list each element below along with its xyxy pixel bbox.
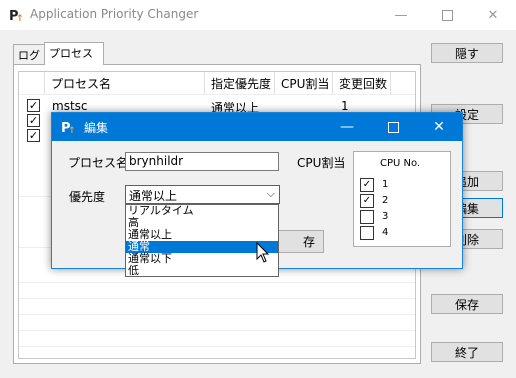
cpu-checkbox[interactable]: ✓ <box>360 194 374 208</box>
close-icon: ✕ <box>487 7 499 23</box>
dialog-app-icon: P ↑ <box>61 121 76 135</box>
dialog-save-button-label: 存 <box>302 235 315 249</box>
dialog-maximize-button[interactable] <box>370 113 416 141</box>
grid-line <box>19 282 415 283</box>
svg-text:↑: ↑ <box>68 126 76 135</box>
priority-label: 優先度 <box>69 190 106 204</box>
cpu-row[interactable]: 3 <box>360 210 440 224</box>
close-icon: ✕ <box>433 119 445 135</box>
process-name-label: プロセス名 <box>68 156 129 170</box>
cpu-list[interactable]: CPU No. ✓ 1 ✓ 2 3 4 <box>353 151 451 247</box>
row-checkbox[interactable]: ✓ <box>27 129 40 142</box>
cpu-row[interactable]: ✓ 2 <box>360 194 440 208</box>
dialog-title-bar: P ↑ 編集 — ✕ <box>52 113 462 141</box>
priority-select-value: 通常以上 <box>129 189 178 203</box>
cpu-number: 3 <box>382 211 389 222</box>
row-checkbox[interactable]: ✓ <box>27 114 40 127</box>
cpu-assign-label: CPU割当 <box>297 156 346 170</box>
row-checkbox[interactable]: ✓ <box>27 99 40 112</box>
cpu-number: 4 <box>382 227 389 238</box>
grid-line <box>19 298 415 299</box>
svg-text:↑: ↑ <box>16 14 24 23</box>
chevron-down-icon: ⌵ <box>266 187 275 200</box>
process-name-input[interactable]: brynhildr <box>125 152 279 171</box>
dialog-close-button[interactable]: ✕ <box>416 113 462 141</box>
close-button[interactable]: ✕ <box>470 0 516 30</box>
app-icon: P ↑ <box>9 8 24 23</box>
column-header-name[interactable]: プロセス名 <box>45 72 205 94</box>
tab-process[interactable]: プロセス <box>44 42 104 65</box>
grid-line <box>19 330 415 331</box>
minimize-button[interactable]: — <box>378 0 424 30</box>
column-header-check[interactable] <box>19 72 45 94</box>
grid-line <box>19 346 415 347</box>
column-header-count[interactable]: 変更回数 <box>333 72 391 94</box>
cpu-number: 1 <box>382 179 389 190</box>
tab-log[interactable]: ログ <box>13 44 45 64</box>
header-divider <box>19 94 415 95</box>
tab-log-label: ログ <box>18 49 40 62</box>
minimize-icon: — <box>340 119 354 135</box>
cpu-checkbox[interactable] <box>360 226 374 240</box>
row-name: mstsc <box>52 99 88 113</box>
row-count: 1 <box>341 99 349 113</box>
cpu-row[interactable]: 4 <box>360 226 440 240</box>
exit-button[interactable]: 終了 <box>431 342 503 362</box>
minimize-icon: — <box>394 7 408 23</box>
maximize-button[interactable] <box>424 0 470 30</box>
table-row[interactable]: ✓ mstsc 通常以上 1 <box>19 99 415 115</box>
cpu-checkbox[interactable] <box>360 210 374 224</box>
dialog-minimize-button[interactable]: — <box>324 113 370 141</box>
cpu-row[interactable]: ✓ 1 <box>360 178 440 192</box>
window-title: Application Priority Changer <box>30 7 199 21</box>
cpu-list-header: CPU No. <box>380 158 421 169</box>
priority-option-low[interactable]: 低 <box>126 265 278 277</box>
maximize-icon <box>441 9 453 21</box>
cpu-number: 2 <box>382 195 389 206</box>
priority-select[interactable]: 通常以上 ⌵ <box>125 185 280 204</box>
maximize-icon <box>387 121 399 133</box>
mouse-cursor-icon <box>256 242 270 263</box>
save-button[interactable]: 保存 <box>431 294 503 314</box>
hide-button[interactable]: 隠す <box>431 43 503 63</box>
grid-line <box>19 314 415 315</box>
priority-dropdown[interactable]: リアルタイム 高 通常以上 通常 通常以下 低 <box>125 204 279 277</box>
cpu-checkbox[interactable]: ✓ <box>360 178 374 192</box>
priority-option-realtime[interactable]: リアルタイム <box>126 205 278 217</box>
dialog-title: 編集 <box>84 121 109 135</box>
column-header-priority[interactable]: 指定優先度 <box>205 72 275 94</box>
tab-process-label: プロセス <box>49 47 93 60</box>
column-header-cpu[interactable]: CPU割当 <box>275 72 333 94</box>
